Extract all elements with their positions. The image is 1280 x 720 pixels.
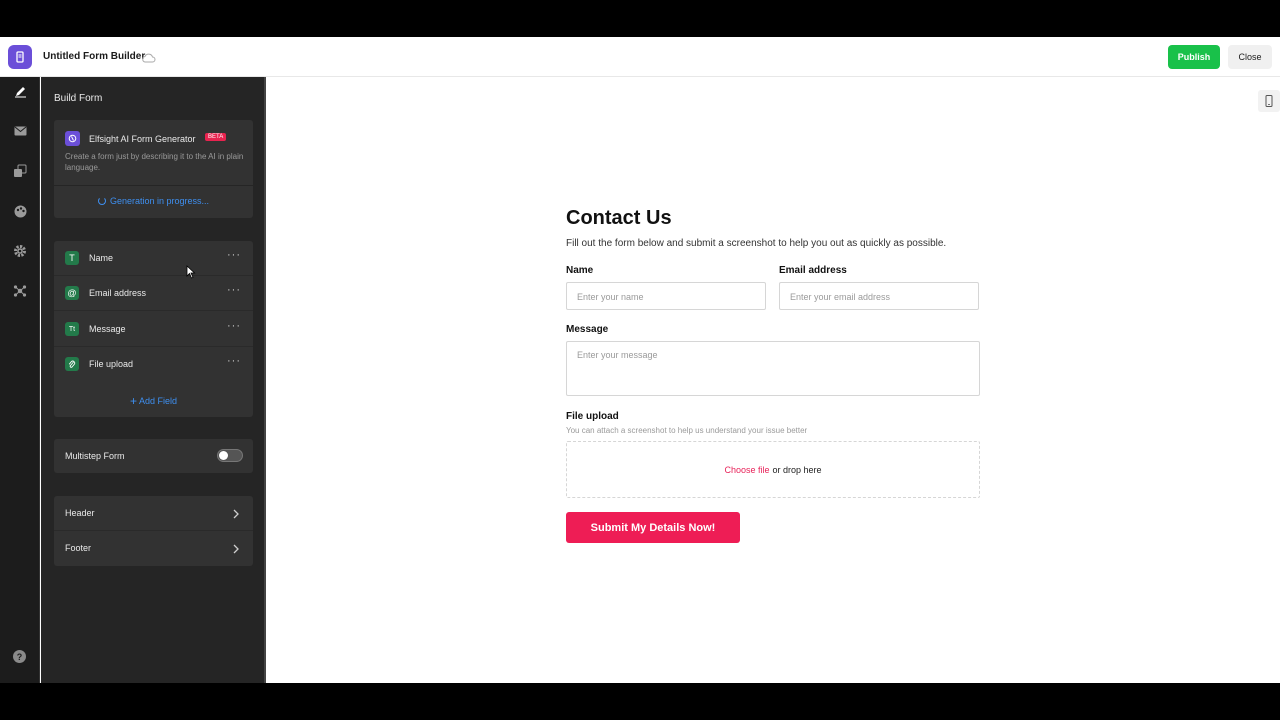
app-window: Untitled Form Builder Publish Close ? Bu… — [0, 37, 1280, 683]
file-upload-label: File upload — [566, 411, 619, 422]
beta-badge: BETA — [205, 133, 227, 141]
name-email-row: Name Enter your name Email address Enter… — [566, 265, 980, 310]
cloud-icon — [141, 50, 156, 68]
more-options-icon[interactable]: ··· — [227, 355, 241, 367]
ai-generator-title: Elfsight AI Form Generator — [89, 134, 196, 144]
build-form-panel: Build Form Elfsight AI Form Generator BE… — [41, 77, 266, 683]
generation-status-text: Generation in progress... — [109, 196, 210, 206]
field-label: Email address — [89, 288, 147, 298]
email-label: Email address — [779, 265, 847, 276]
generation-status: Generation in progress... — [54, 196, 253, 206]
add-field-label: Add Field — [139, 396, 178, 406]
multistep-toggle[interactable] — [217, 449, 243, 462]
spinner-icon — [97, 197, 106, 205]
email-input[interactable]: Enter your email address — [779, 282, 979, 310]
message-input[interactable]: Enter your message — [566, 341, 980, 396]
close-button[interactable]: Close — [1228, 45, 1272, 69]
add-field-button[interactable]: + Add Field — [54, 394, 253, 408]
help-icon[interactable]: ? — [13, 650, 26, 663]
field-item-message[interactable]: Tt Message ··· — [54, 312, 253, 347]
name-input[interactable]: Enter your name — [566, 282, 766, 310]
mail-icon[interactable] — [12, 123, 28, 139]
header-label: Header — [65, 508, 95, 518]
field-item-email[interactable]: @ Email address ··· — [54, 276, 253, 311]
form-title: Contact Us — [566, 207, 672, 229]
field-item-name[interactable]: T Name ··· — [54, 241, 253, 276]
email-group: Email address Enter your email address — [779, 265, 979, 310]
header-row[interactable]: Header — [54, 496, 253, 531]
app-logo-icon[interactable] — [8, 45, 32, 69]
more-options-icon[interactable]: ··· — [227, 320, 241, 332]
form-preview: Contact Us Fill out the form below and s… — [268, 77, 1280, 683]
ai-generator-description: Create a form just by describing it to t… — [65, 152, 244, 172]
panel-title: Build Form — [54, 93, 103, 104]
icon-rail: ? — [0, 77, 40, 683]
mobile-preview-icon[interactable] — [1258, 90, 1280, 112]
more-options-icon[interactable]: ··· — [227, 284, 241, 296]
multistep-label: Multistep Form — [65, 451, 125, 461]
palette-icon[interactable] — [12, 203, 28, 219]
pencil-icon[interactable] — [12, 83, 28, 99]
contact-form: Contact Us Fill out the form below and s… — [566, 207, 980, 543]
layers-icon[interactable] — [12, 163, 28, 179]
textarea-field-icon: Tt — [65, 322, 79, 336]
toggle-knob — [219, 451, 228, 460]
multistep-form-row[interactable]: Multistep Form — [54, 439, 253, 473]
header-footer-card: Header Footer — [54, 496, 253, 566]
file-upload-hint: You can attach a screenshot to help us u… — [566, 426, 808, 435]
app-title[interactable]: Untitled Form Builder — [43, 51, 145, 62]
mouse-cursor-icon — [186, 265, 196, 284]
email-field-icon: @ — [65, 286, 79, 300]
more-options-icon[interactable]: ··· — [227, 249, 241, 261]
publish-button[interactable]: Publish — [1168, 45, 1220, 69]
field-label: Message — [89, 324, 126, 334]
drop-text: or drop here — [772, 464, 822, 475]
form-subtitle: Fill out the form below and submit a scr… — [566, 238, 947, 249]
footer-row[interactable]: Footer — [54, 531, 253, 566]
footer-label: Footer — [65, 543, 92, 553]
fields-list: T Name ··· @ Email address ··· Tt Messag… — [54, 241, 253, 417]
ai-generator-icon — [65, 131, 80, 146]
submit-button[interactable]: Submit My Details Now! — [566, 512, 740, 543]
ai-generator-card[interactable]: Elfsight AI Form Generator BETA Create a… — [54, 120, 253, 218]
file-upload-group: File upload You can attach a screenshot … — [566, 411, 980, 498]
choose-file-link[interactable]: Choose file — [724, 465, 769, 475]
plus-icon: + — [129, 394, 137, 408]
field-label: Name — [89, 253, 114, 263]
paperclip-icon — [65, 357, 79, 371]
chevron-right-icon — [232, 542, 240, 560]
text-field-icon: T — [65, 251, 79, 265]
file-dropzone[interactable]: Choose file or drop here — [566, 441, 980, 498]
divider — [54, 185, 253, 186]
gear-icon[interactable] — [12, 243, 28, 259]
name-group: Name Enter your name — [566, 265, 766, 310]
field-item-file-upload[interactable]: File upload ··· — [54, 347, 253, 382]
message-group: Message Enter your message — [566, 324, 980, 396]
name-label: Name — [566, 265, 594, 276]
plugin-icon[interactable] — [12, 283, 28, 299]
chevron-right-icon — [232, 507, 240, 525]
message-label: Message — [566, 324, 609, 335]
top-bar: Untitled Form Builder Publish Close — [0, 37, 1280, 77]
field-label: File upload — [89, 359, 134, 369]
